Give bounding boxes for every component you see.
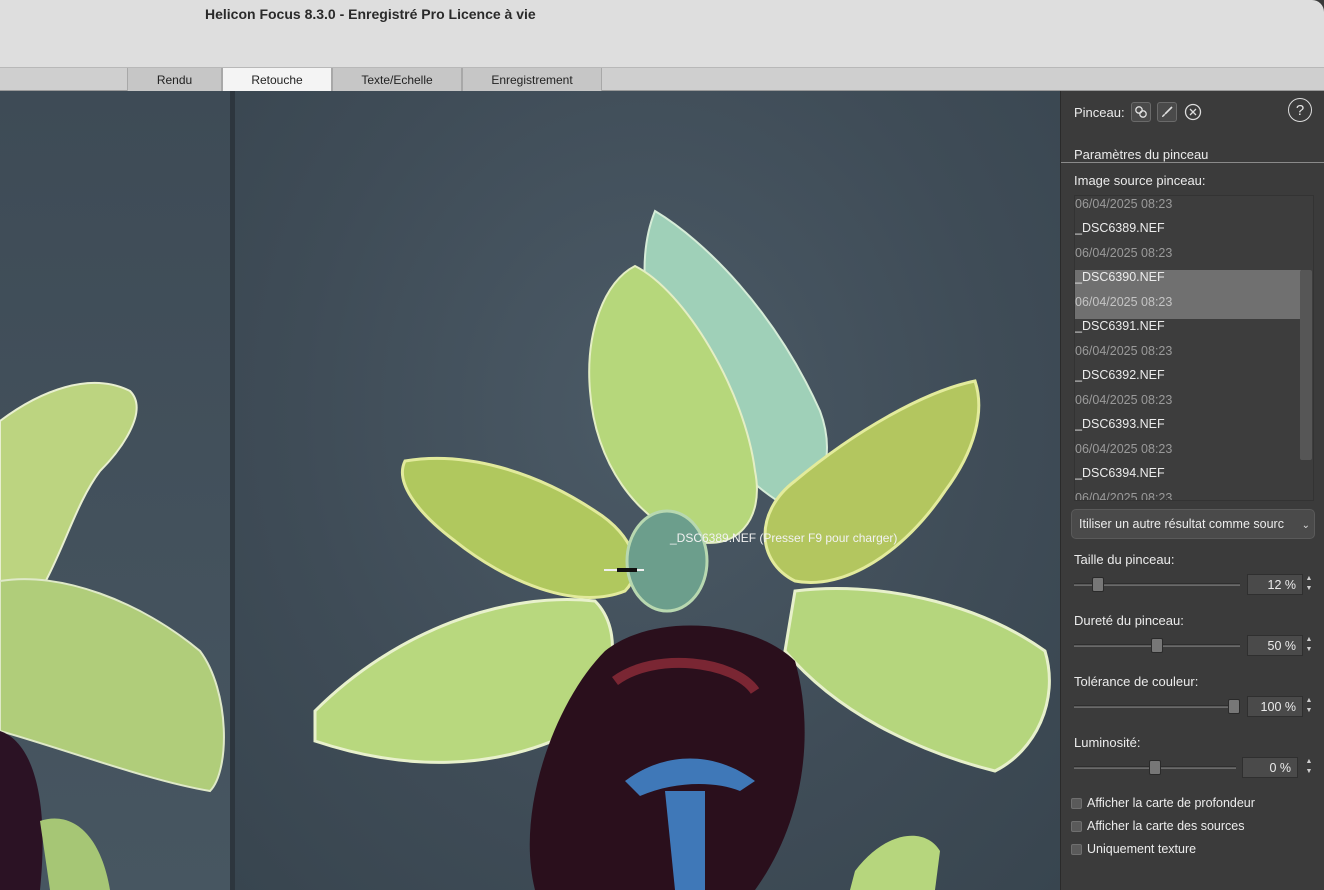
brush-hardness-slider-row: 50 % ▲ ▼ [1074,635,1314,657]
list-item[interactable]: _DSC6389.NEF 06/04/2025 08:23 [1075,221,1301,270]
list-item[interactable]: _DSC6394.NEF 06/04/2025 08:23 [1075,466,1301,500]
tab-rendu[interactable]: Rendu [127,68,222,91]
preview-thumbnail [0,91,230,890]
list-scrollbar[interactable] [1300,270,1312,460]
list-item[interactable]: 06/04/2025 08:23 [1075,196,1301,221]
brush-size-stepper[interactable]: ▲ ▼ [1304,574,1314,595]
texture-only-checkbox[interactable] [1071,843,1082,855]
brush-toolbar: Pinceau: [1074,101,1203,123]
depth-map-label: Afficher la carte de profondeur [1087,796,1255,810]
title-bar: Helicon Focus 8.3.0 - Enregistré Pro Lic… [0,0,1324,68]
brush-params-title: Paramètres du pinceau [1074,147,1209,162]
brush-size-value[interactable]: 12 % [1247,574,1303,595]
luminosity-slider-row: 0 % ▲ ▼ [1074,757,1314,779]
source-map-label: Afficher la carte des sources [1087,819,1245,833]
texture-only-label: Uniquement texture [1087,842,1197,856]
brush-label: Pinceau: [1074,104,1125,120]
brush-size-label: Taille du pinceau: [1074,552,1175,567]
tab-texte-echelle[interactable]: Texte/Echelle [332,68,462,91]
section-divider [1061,162,1324,163]
brush-cursor [604,568,644,572]
source-image-list[interactable]: 06/04/2025 08:23 _DSC6389.NEF 06/04/2025… [1074,195,1314,501]
luminosity-value[interactable]: 0 % [1242,757,1298,778]
brush-icon[interactable] [1156,102,1177,122]
window-title: Helicon Focus 8.3.0 - Enregistré Pro Lic… [205,6,536,22]
brush-hardness-value[interactable]: 50 % [1247,635,1303,656]
source-hint-label: _DSC6389.NEF (Presser F9 pour charger) [670,531,898,545]
color-tolerance-track[interactable] [1074,705,1240,708]
color-tolerance-stepper[interactable]: ▲ ▼ [1304,696,1314,717]
source-image-label: Image source pinceau: [1074,173,1206,188]
source-mode-dropdown[interactable]: Itiliser un autre résultat comme sourc ⌄ [1071,509,1315,539]
luminosity-knob[interactable] [1149,760,1161,775]
tab-enregistrement[interactable]: Enregistrement [462,68,602,91]
depth-map-checkbox-row[interactable]: Afficher la carte de profondeur [1071,794,1255,812]
main-image[interactable] [235,91,1060,890]
image-viewport[interactable]: _DSC6389.NEF (Presser F9 pour charger) [0,91,1060,890]
color-tolerance-slider-row: 100 % ▲ ▼ [1074,696,1314,718]
left-preview-image [0,382,225,890]
texture-only-checkbox-row[interactable]: Uniquement texture [1071,840,1196,858]
luminosity-stepper[interactable]: ▲ ▼ [1304,757,1314,778]
clone-icon[interactable] [1130,102,1151,122]
depth-map-checkbox[interactable] [1071,797,1082,809]
dropdown-value: Itiliser un autre résultat comme sourc [1079,517,1284,531]
source-map-checkbox[interactable] [1071,820,1082,832]
tab-retouche[interactable]: Retouche [222,68,332,92]
tab-strip: Rendu Retouche Texte/Echelle Enregistrem… [0,67,1324,92]
brush-hardness-knob[interactable] [1151,638,1163,653]
erase-icon[interactable] [1183,102,1203,122]
list-item[interactable]: _DSC6393.NEF 06/04/2025 08:23 [1075,417,1301,466]
brush-hardness-stepper[interactable]: ▲ ▼ [1304,635,1314,656]
list-item[interactable]: _DSC6392.NEF 06/04/2025 08:23 [1075,368,1301,417]
retouch-panel: Pinceau: ? Paramètres du pinceau Image s… [1060,91,1324,890]
brush-hardness-label: Dureté du pinceau: [1074,613,1184,628]
orchid-image [313,209,1051,890]
brush-size-knob[interactable] [1092,577,1104,592]
color-tolerance-knob[interactable] [1228,699,1240,714]
help-button[interactable]: ? [1288,98,1312,122]
luminosity-label: Luminosité: [1074,735,1141,750]
brush-size-slider-row: 12 % ▲ ▼ [1074,574,1314,596]
source-map-checkbox-row[interactable]: Afficher la carte des sources [1071,817,1244,835]
chevron-down-icon: ⌄ [1301,520,1310,531]
color-tolerance-label: Tolérance de couleur: [1074,674,1199,689]
list-item-selected[interactable]: _DSC6390.NEF 06/04/2025 08:23 [1075,270,1301,319]
list-item[interactable]: _DSC6391.NEF 06/04/2025 08:23 [1075,319,1301,368]
color-tolerance-value[interactable]: 100 % [1247,696,1303,717]
